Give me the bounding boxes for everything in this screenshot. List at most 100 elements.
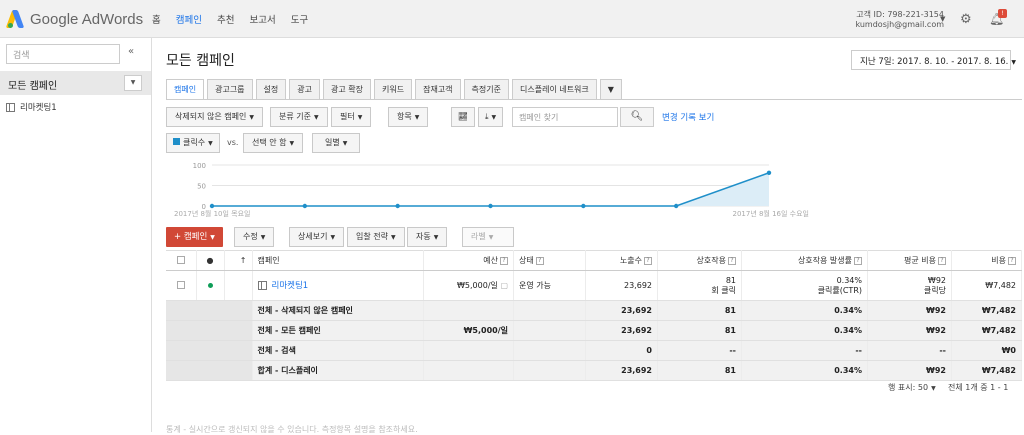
col-interactions[interactable]: 상호작용? [657, 250, 742, 271]
sort-icon[interactable]: ↑ [224, 250, 253, 271]
filter-dropdown[interactable]: 필터 ▼ [331, 107, 372, 127]
nav-home[interactable]: 홈 [152, 12, 161, 26]
campaign-search-input[interactable]: 캠페인 찾기 [512, 107, 618, 127]
tab-settings[interactable]: 설정 [255, 79, 287, 99]
tab-ads[interactable]: 광고 [289, 79, 321, 99]
table-header: ● ↑ 캠페인 예산? 상태? 노출수? 상호작용? 상호작용 발생률? 평균 … [166, 250, 1022, 271]
add-campaign-button[interactable]: + 캠페인 ▼ [166, 227, 223, 247]
page-title: 모든 캠페인 [166, 53, 235, 69]
sidebar-all-campaigns-dropdown[interactable]: ▼ [124, 75, 142, 91]
metric1-swatch [173, 138, 180, 145]
account-info[interactable]: 고객 ID: 798-221-3154 kumdosjh@gmail.com [855, 10, 944, 30]
y-tick-label: 100 [193, 162, 206, 170]
row-status: 운영 가능 [513, 270, 586, 301]
tab-dimensions[interactable]: 측정기준 [463, 79, 509, 99]
col-impressions[interactable]: 노출수? [585, 250, 658, 271]
top-bar: Google AdWords 홈 캠페인 추천 보고서 도구 고객 ID: 79… [0, 0, 1024, 38]
rows-per-page[interactable]: 행 표시: 50 ▼ [888, 382, 936, 393]
col-campaign[interactable]: 캠페인 [252, 250, 424, 271]
nav-campaigns[interactable]: 캠페인 [176, 12, 202, 26]
campaign-table: ● ↑ 캠페인 예산? 상태? 노출수? 상호작용? 상호작용 발생률? 평균 … [166, 250, 1022, 381]
tab-ad-extensions[interactable]: 광고 확장 [323, 79, 371, 99]
total-label: 전체 - 삭제되지 않은 캠페인 [252, 300, 424, 321]
col-avg-cost[interactable]: 평균 비용? [867, 250, 952, 271]
change-history-link[interactable]: 변경 기록 보기 [662, 111, 714, 123]
metric2-dropdown[interactable]: 선택 안 함 ▼ [243, 133, 304, 153]
campaign-name-link[interactable]: 리마켓팅1 [252, 270, 424, 301]
select-all-checkbox[interactable] [166, 250, 197, 271]
data-point [209, 203, 215, 209]
status-filter-dropdown[interactable]: 삭제되지 않은 캠페인 ▼ [166, 107, 263, 127]
notification-badge: ! [998, 9, 1007, 18]
col-interaction-rate[interactable]: 상호작용 발생률? [741, 250, 868, 271]
nav-tools[interactable]: 도구 [291, 12, 308, 26]
row-budget[interactable]: ₩5,000/일 ▢ [423, 270, 514, 301]
date-range-label: 지난 7일: 2017. 8. 10. - 2017. 8. 16. [860, 57, 1009, 67]
tab-audiences[interactable]: 잠재고객 [415, 79, 461, 99]
logo-text: Google AdWords [30, 10, 144, 28]
account-dropdown-icon[interactable]: ▼ [940, 15, 945, 23]
total-avg-cost: ₩92 [867, 320, 952, 341]
col-status[interactable]: 상태? [513, 250, 586, 271]
collapse-sidebar-icon[interactable]: « [128, 46, 134, 57]
total-row: 합계 - 디스플레이 23,692 81 0.34% ₩92 ₩7,482 [166, 360, 1022, 381]
total-cost: ₩7,482 [951, 360, 1022, 381]
download-icon[interactable]: ⤓ ▼ [478, 107, 504, 127]
gear-icon[interactable]: ⚙ [960, 12, 972, 27]
total-cost: ₩0 [951, 340, 1022, 361]
tab-ad-groups[interactable]: 광고그룹 [207, 79, 253, 99]
automate-dropdown[interactable]: 자동 ▼ [407, 227, 448, 247]
label-dropdown[interactable]: 라벨 ▼ [462, 227, 514, 247]
nav-reports[interactable]: 보고서 [249, 12, 275, 26]
details-dropdown[interactable]: 상세보기 ▼ [289, 227, 345, 247]
top-nav: 홈 캠페인 추천 보고서 도구 [152, 12, 323, 26]
tab-more-dropdown[interactable]: ▼ [599, 79, 622, 99]
account-email: kumdosjh@gmail.com [855, 20, 944, 29]
metric1-dropdown[interactable]: 클릭수 ▼ [166, 133, 220, 153]
total-rate: -- [741, 340, 868, 361]
y-tick-label: 50 [197, 183, 206, 191]
adwords-logo[interactable]: Google AdWords [5, 9, 144, 29]
pagination-summary: 전체 1개 중 1 - 1 [948, 383, 1009, 392]
edit-dropdown[interactable]: 수정 ▼ [234, 227, 275, 247]
data-point [302, 203, 308, 209]
data-point [766, 170, 772, 175]
tab-campaigns[interactable]: 캠페인 [166, 79, 205, 100]
period-dropdown[interactable]: 일별 ▼ [312, 133, 361, 153]
row-avg-cost: ₩92 클릭당 [867, 270, 952, 301]
segment-dropdown[interactable]: 분류 기준 ▼ [270, 107, 328, 127]
row-checkbox[interactable] [166, 270, 197, 301]
search-icon[interactable]: 🔍︎ [620, 107, 654, 127]
date-range-selector[interactable]: 지난 7일: 2017. 8. 10. - 2017. 8. 16. ▼ [851, 50, 1016, 70]
adwords-logo-icon [5, 10, 25, 28]
sidebar-search-input[interactable]: 검색 [6, 44, 120, 64]
tab-keywords[interactable]: 키워드 [374, 79, 413, 99]
row-impressions: 23,692 [585, 270, 658, 301]
col-cost[interactable]: 비용? [951, 250, 1022, 271]
total-label: 전체 - 모든 캠페인 [252, 320, 424, 341]
total-rate: 0.34% [741, 300, 868, 321]
sidebar-campaign-label: 리마켓팅1 [20, 103, 57, 113]
chart-toggle-icon[interactable]: 📈︎ [451, 107, 475, 127]
x-start-label: 2017년 8월 10일 목요일 [174, 209, 251, 218]
total-impressions: 23,692 [585, 300, 658, 321]
columns-dropdown[interactable]: 항목 ▼ [388, 107, 429, 127]
total-impressions: 0 [585, 340, 658, 361]
footer-note: 통계 - 실시간으로 갱신되지 않을 수 있습니다. 측정항목 설명을 참조하세… [166, 425, 418, 434]
total-cost: ₩7,482 [951, 320, 1022, 341]
col-budget[interactable]: 예산? [423, 250, 514, 271]
tab-divider [166, 99, 1022, 100]
total-interactions: -- [657, 340, 742, 361]
total-avg-cost: ₩92 [867, 360, 952, 381]
tab-display-network[interactable]: 디스플레이 네트워크 [512, 79, 597, 99]
series-line [212, 172, 770, 207]
total-budget [423, 360, 514, 381]
campaign-icon [257, 280, 267, 290]
total-label: 전체 - 검색 [252, 340, 424, 361]
total-budget [423, 300, 514, 321]
status-col-header[interactable]: ● [196, 250, 225, 271]
bid-strategy-dropdown[interactable]: 입찰 전략 ▼ [347, 227, 405, 247]
total-row: 전체 - 검색 0 -- -- -- ₩0 [166, 340, 1022, 361]
nav-recommendations[interactable]: 추천 [217, 12, 234, 26]
sidebar-item-campaign[interactable]: 리마켓팅1 [6, 101, 57, 113]
